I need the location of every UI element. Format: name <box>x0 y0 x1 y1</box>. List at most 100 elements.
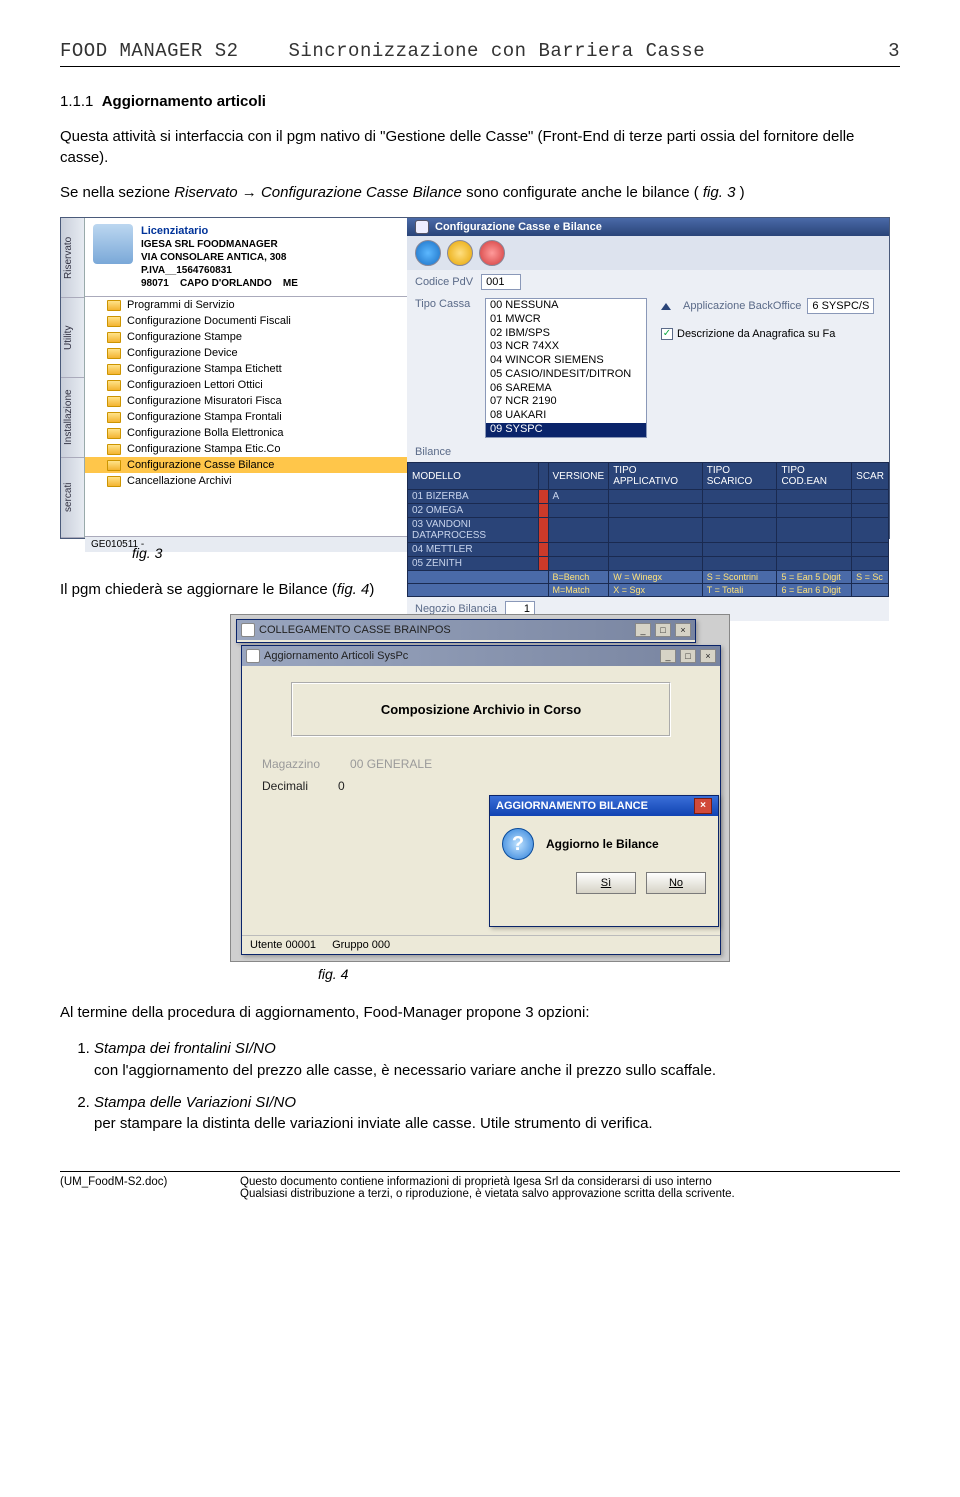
right-pane-title: Configurazione Casse e Bilance <box>407 218 889 236</box>
maximize-icon[interactable]: □ <box>655 623 671 637</box>
window-icon <box>415 220 429 234</box>
paragraph-2: Se nella sezione Riservato → Configurazi… <box>60 182 900 203</box>
close-icon[interactable]: × <box>700 649 716 663</box>
list-item[interactable]: 10 OPENBRAVO <box>486 437 646 439</box>
doc-header: FOOD MANAGER S2 Sincronizzazione con Bar… <box>60 40 900 62</box>
minimize-icon[interactable]: _ <box>635 623 651 637</box>
section-heading: 1.1.1 Aggiornamento articoli <box>60 91 900 112</box>
tree-item[interactable]: Configurazioen Lettori Ottici <box>85 377 407 393</box>
list-item[interactable]: 01 MWCR <box>486 313 646 327</box>
bilance-table[interactable]: MODELLOVERSIONETIPO APPLICATIVOTIPO SCAR… <box>407 462 889 597</box>
legend-row: B=BenchW = WinegxS = Scontrini5 = Ean 5 … <box>408 571 889 584</box>
app-backoffice-value[interactable]: 6 SYSPC/S <box>807 298 874 314</box>
tree-item[interactable]: Configurazione Device <box>85 345 407 361</box>
folder-icon <box>107 316 121 327</box>
close-icon[interactable]: × <box>694 798 712 814</box>
minimize-icon[interactable]: _ <box>660 649 676 663</box>
folder-icon <box>107 380 121 391</box>
table-header <box>538 463 548 490</box>
status-utente: Utente 00001 <box>250 939 316 951</box>
tree-item[interactable]: Configurazione Stampa Frontali <box>85 409 407 425</box>
list-item[interactable]: 07 NCR 2190 <box>486 395 646 409</box>
folder-icon <box>107 364 121 375</box>
table-row[interactable]: 03 VANDONI DATAPROCESS <box>408 518 889 543</box>
ghost-magazzino-label: Magazzino <box>262 757 320 771</box>
window2-title: Aggiornamento Articoli SysPc <box>264 650 408 662</box>
list-item[interactable]: 08 UAKARI <box>486 409 646 423</box>
list-item[interactable]: 03 NCR 74XX <box>486 340 646 354</box>
options-list: Stampa dei frontalini SI/NO con l'aggior… <box>60 1038 900 1135</box>
folder-icon <box>107 300 121 311</box>
window1-title: COLLEGAMENTO CASSE BRAINPOS <box>259 624 451 636</box>
option-1: Stampa dei frontalini SI/NO con l'aggior… <box>94 1038 900 1082</box>
decimali-value: 0 <box>338 779 345 793</box>
tree-item-label: Configurazione Misuratori Fisca <box>127 395 282 407</box>
dialog-aggiornamento-bilance: AGGIORNAMENTO BILANCE × ? Aggiorno le Bi… <box>489 795 719 927</box>
license-title: Licenziatario <box>141 224 399 238</box>
tree-item[interactable]: Configurazione Documenti Fiscali <box>85 313 407 329</box>
java-icon <box>241 623 255 637</box>
list-item[interactable]: 09 SYSPC <box>486 423 646 437</box>
desc-anagrafica-label: Descrizione da Anagrafica su Fa <box>677 328 835 340</box>
folder-icon <box>107 332 121 343</box>
delete-icon[interactable] <box>479 240 505 266</box>
screenshot-dialog-stack: COLLEGAMENTO CASSE BRAINPOS _ □ × Aggior… <box>230 614 730 962</box>
table-row[interactable]: 05 ZENITH <box>408 557 889 571</box>
question-icon: ? <box>502 828 534 860</box>
tree-item[interactable]: Configurazione Misuratori Fisca <box>85 393 407 409</box>
tree-item[interactable]: Configurazione Stampe <box>85 329 407 345</box>
tree-item-label: Configurazione Device <box>127 347 238 359</box>
toolbar <box>407 236 889 270</box>
tree-item[interactable]: Configurazione Stampa Etic.Co <box>85 441 407 457</box>
vtab-utility[interactable]: Utility <box>61 298 84 378</box>
info-icon[interactable] <box>415 240 441 266</box>
yes-button[interactable]: Sì <box>576 872 636 894</box>
app-backoffice-label: Applicazione BackOffice <box>683 300 801 312</box>
tree-item[interactable]: Programmi di Servizio <box>85 297 407 313</box>
vertical-tabstrip: Riservato Utility Installazione sercati <box>61 218 85 538</box>
tree-item[interactable]: Configurazione Casse Bilance <box>85 457 407 473</box>
tree-item-label: Configurazione Bolla Elettronica <box>127 427 284 439</box>
footer-line2: Qualsiasi distribuzione a terzi, o ripro… <box>240 1188 900 1200</box>
vtab-installazione[interactable]: Installazione <box>61 378 84 458</box>
legend-row: M=MatchX = SgxT = Totali6 = Ean 6 Digit <box>408 584 889 597</box>
edit-icon[interactable] <box>447 240 473 266</box>
popup-title: AGGIORNAMENTO BILANCE <box>496 800 648 812</box>
java-icon <box>246 649 260 663</box>
tree-item-label: Configurazione Documenti Fiscali <box>127 315 291 327</box>
folder-icon <box>107 476 121 487</box>
fig4-caption: fig. 4 <box>60 966 900 982</box>
list-item[interactable]: 04 WINCOR SIEMENS <box>486 354 646 368</box>
list-item[interactable]: 00 NESSUNA <box>486 299 646 313</box>
popup-message: Aggiorno le Bilance <box>546 837 659 851</box>
footer-line1: Questo documento contiene informazioni d… <box>240 1176 900 1188</box>
table-header: TIPO SCARICO <box>702 463 777 490</box>
license-box: Licenziatario IGESA SRL FOODMANAGER VIA … <box>85 218 407 296</box>
tipo-cassa-listbox[interactable]: 00 NESSUNA01 MWCR02 IBM/SPS03 NCR 74XX04… <box>485 298 647 438</box>
vtab-sercati[interactable]: sercati <box>61 458 84 538</box>
header-left: FOOD MANAGER S2 <box>60 40 239 62</box>
close-icon[interactable]: × <box>675 623 691 637</box>
table-row[interactable]: 04 METTLER <box>408 543 889 557</box>
tree-item-label: Configurazione Stampa Etichett <box>127 363 282 375</box>
codice-pdv-input[interactable]: 001 <box>481 274 521 290</box>
list-item[interactable]: 06 SAREMA <box>486 382 646 396</box>
desc-anagrafica-checkbox[interactable]: ✓ <box>661 328 673 340</box>
tree-item[interactable]: Cancellazione Archivi <box>85 473 407 489</box>
table-header: MODELLO <box>408 463 539 490</box>
vtab-riservato[interactable]: Riservato <box>61 218 84 298</box>
table-header: VERSIONE <box>548 463 609 490</box>
tree-item[interactable]: Configurazione Stampa Etichett <box>85 361 407 377</box>
tree-item[interactable]: Configurazione Bolla Elettronica <box>85 425 407 441</box>
maximize-icon[interactable]: □ <box>680 649 696 663</box>
list-item[interactable]: 05 CASIO/INDESIT/DITRON <box>486 368 646 382</box>
table-row[interactable]: 02 OMEGA <box>408 504 889 518</box>
screenshot-config-window: Riservato Utility Installazione sercati … <box>60 217 890 539</box>
table-row[interactable]: 01 BIZERBAA <box>408 490 889 504</box>
no-button[interactable]: No <box>646 872 706 894</box>
list-item[interactable]: 02 IBM/SPS <box>486 327 646 341</box>
tree-item-label: Configurazione Stampa Etic.Co <box>127 443 280 455</box>
triangle-icon <box>661 303 671 310</box>
header-center: Sincronizzazione con Barriera Casse <box>289 40 889 62</box>
folder-icon <box>107 460 121 471</box>
